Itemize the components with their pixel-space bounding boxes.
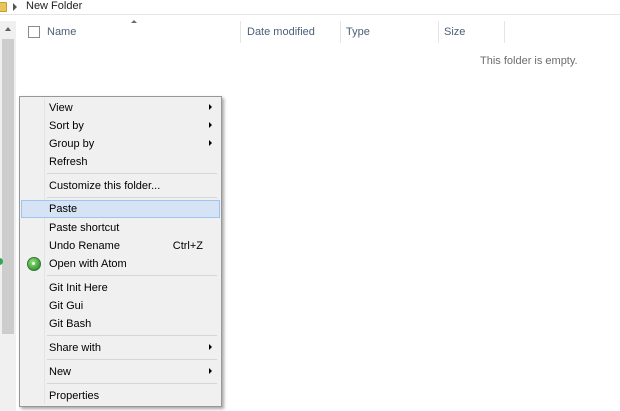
menu-separator	[47, 275, 217, 276]
column-divider[interactable]	[504, 21, 505, 43]
menu-item-label: New	[49, 366, 72, 378]
menu-separator	[47, 383, 217, 384]
menu-item-label: Git Init Here	[49, 282, 108, 294]
menu-item-label: Open with Atom	[49, 258, 127, 270]
submenu-arrow-icon	[209, 104, 212, 110]
menu-item-label: Undo Rename	[49, 240, 120, 252]
explorer-window: New Folder Name Date modified Type Size …	[0, 0, 620, 411]
scroll-up-arrow-icon[interactable]	[5, 27, 11, 31]
submenu-arrow-icon	[209, 140, 212, 146]
menu-item-view[interactable]: View	[22, 99, 219, 117]
atom-icon	[27, 257, 41, 271]
empty-folder-message: This folder is empty.	[480, 55, 578, 67]
menu-item-label: Refresh	[49, 156, 88, 168]
menu-item-label: Group by	[49, 138, 95, 150]
menu-item-label: Paste shortcut	[49, 222, 120, 234]
menu-item-git-bash[interactable]: Git Bash	[22, 315, 219, 333]
folder-icon	[0, 2, 7, 12]
nav-pane-scrollbar[interactable]	[0, 21, 16, 411]
column-header-type[interactable]: Type	[346, 26, 370, 39]
menu-item-new[interactable]: New	[22, 363, 219, 381]
menu-item-paste-shortcut[interactable]: Paste shortcut	[22, 219, 219, 237]
scrollbar-thumb[interactable]	[2, 39, 14, 334]
menu-item-label: Paste	[49, 203, 78, 215]
menu-item-label: Share with	[49, 342, 101, 354]
menu-item-refresh[interactable]: Refresh	[22, 153, 219, 171]
menu-item-group-by[interactable]: Group by	[22, 135, 219, 153]
column-header-row: Name Date modified Type Size	[18, 20, 620, 43]
context-menu: View Sort by Group by Refresh Customize …	[19, 96, 222, 407]
menu-item-customize-folder[interactable]: Customize this folder...	[22, 177, 219, 195]
column-divider[interactable]	[438, 21, 439, 43]
column-header-size[interactable]: Size	[444, 26, 465, 39]
menu-item-git-gui[interactable]: Git Gui	[22, 297, 219, 315]
column-header-name[interactable]: Name	[47, 26, 76, 39]
menu-item-label: Git Bash	[49, 318, 92, 330]
menu-item-undo-rename[interactable]: Undo Rename Ctrl+Z	[22, 237, 219, 255]
address-bar[interactable]: New Folder	[0, 0, 620, 15]
submenu-arrow-icon	[209, 368, 212, 374]
column-divider[interactable]	[340, 21, 341, 43]
breadcrumb-chevron-right-icon[interactable]	[13, 3, 17, 11]
menu-item-label: View	[49, 102, 73, 114]
menu-item-label: Properties	[49, 390, 100, 402]
column-divider[interactable]	[240, 21, 241, 43]
menu-item-label: Customize this folder...	[49, 180, 161, 192]
menu-separator	[47, 197, 217, 198]
breadcrumb-folder-name[interactable]: New Folder	[26, 0, 82, 13]
menu-item-label: Sort by	[49, 120, 84, 132]
menu-item-label: Git Gui	[49, 300, 84, 312]
menu-separator	[47, 359, 217, 360]
menu-item-open-with-atom[interactable]: Open with Atom	[22, 255, 219, 273]
submenu-arrow-icon	[209, 122, 212, 128]
menu-separator	[47, 335, 217, 336]
menu-separator	[47, 173, 217, 174]
sort-ascending-icon	[131, 20, 137, 23]
submenu-arrow-icon	[209, 344, 212, 350]
menu-item-properties[interactable]: Properties	[22, 387, 219, 405]
menu-item-git-init-here[interactable]: Git Init Here	[22, 279, 219, 297]
menu-item-paste[interactable]: Paste	[21, 200, 220, 218]
menu-item-share-with[interactable]: Share with	[22, 339, 219, 357]
menu-item-sort-by[interactable]: Sort by	[22, 117, 219, 135]
select-all-checkbox[interactable]	[28, 26, 40, 38]
column-header-date-modified[interactable]: Date modified	[247, 26, 315, 39]
menu-item-shortcut: Ctrl+Z	[172, 240, 203, 252]
